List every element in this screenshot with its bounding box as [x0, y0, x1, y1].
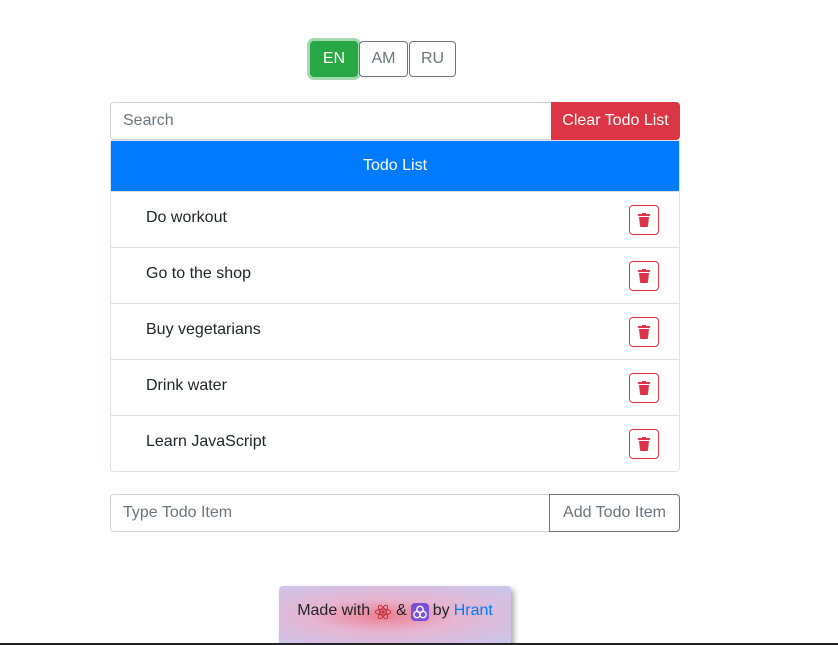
lang-ru-button[interactable]: RU: [409, 41, 456, 77]
trash-icon: [638, 324, 650, 339]
clear-todo-list-button[interactable]: Clear Todo List: [551, 102, 680, 140]
made-with-text: Made with: [297, 602, 371, 619]
add-todo-button[interactable]: Add Todo Item: [549, 494, 680, 532]
redux-icon: [410, 603, 429, 621]
lang-en-button[interactable]: EN: [310, 41, 358, 77]
trash-icon: [638, 268, 650, 283]
search-input[interactable]: [110, 102, 551, 140]
todo-item-text: Do workout: [146, 208, 227, 226]
trash-icon: [638, 436, 650, 451]
todo-item-input[interactable]: [110, 494, 549, 532]
todo-item: Buy vegetarians: [111, 303, 679, 359]
todo-item-text: Drink water: [146, 376, 227, 394]
todo-item: Do workout: [111, 191, 679, 247]
trash-icon: [638, 380, 650, 395]
react-icon: [374, 604, 392, 620]
todo-item-text: Go to the shop: [146, 264, 251, 282]
delete-todo-button[interactable]: [629, 260, 659, 291]
todo-item-text: Buy vegetarians: [146, 320, 261, 338]
todo-list-header: Todo List: [111, 141, 679, 191]
author-link[interactable]: Hrant: [454, 602, 493, 620]
add-todo-row: Add Todo Item: [110, 494, 680, 532]
by-text: by: [432, 602, 450, 619]
language-switcher: EN AM RU: [310, 41, 456, 77]
todo-item: Go to the shop: [111, 247, 679, 303]
footer-credit: Made with & by Hrant: [279, 586, 511, 645]
delete-todo-button[interactable]: [629, 428, 659, 459]
delete-todo-button[interactable]: [629, 372, 659, 403]
todo-item: Learn JavaScript: [111, 415, 679, 471]
lang-am-button[interactable]: AM: [359, 41, 408, 77]
delete-todo-button[interactable]: [629, 316, 659, 347]
ampersand-text: &: [396, 602, 407, 619]
delete-todo-button[interactable]: [629, 204, 659, 235]
trash-icon: [638, 212, 650, 227]
todo-item: Drink water: [111, 359, 679, 415]
todo-list: Todo List Do workout Go to the shop Buy …: [110, 140, 680, 472]
search-row: Clear Todo List: [110, 102, 680, 140]
todo-item-text: Learn JavaScript: [146, 432, 267, 450]
